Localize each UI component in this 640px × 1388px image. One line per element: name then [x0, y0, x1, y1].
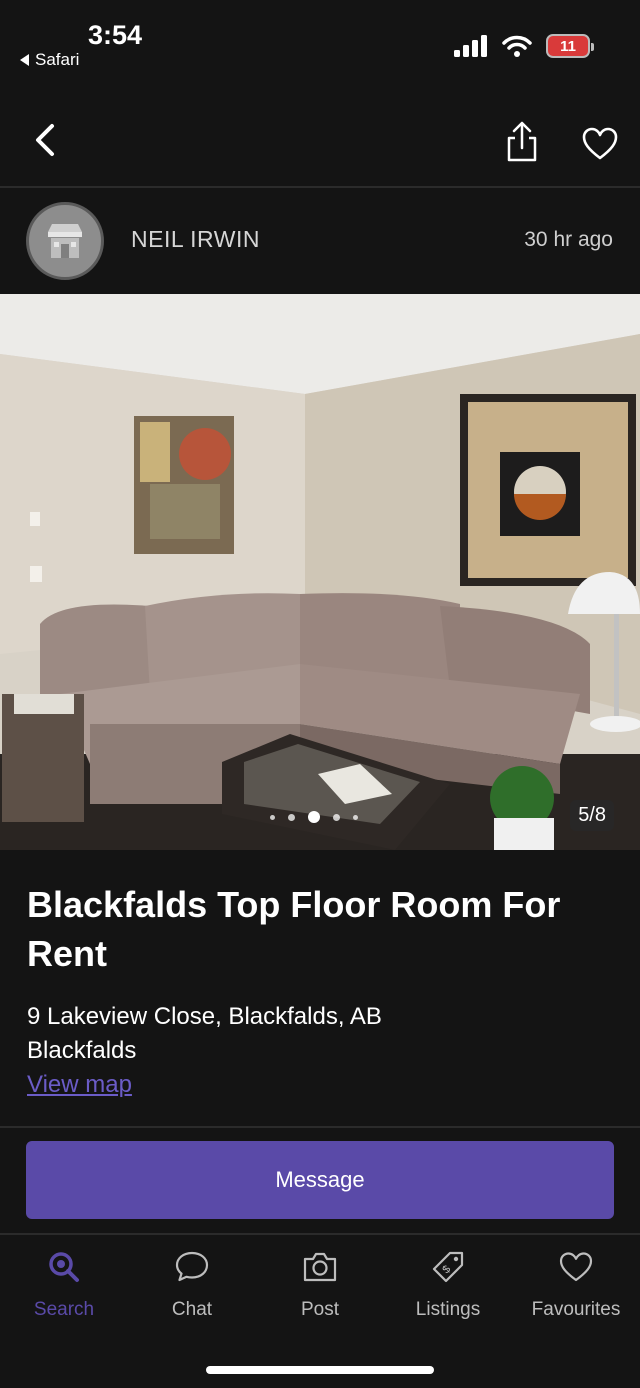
back-triangle-icon	[20, 54, 29, 66]
battery-level: 11	[560, 37, 576, 55]
chevron-left-icon[interactable]	[26, 120, 66, 160]
tab-label: Chat	[171, 1299, 213, 1320]
camera-icon	[303, 1252, 337, 1282]
navigation-bar	[0, 90, 640, 188]
storefront-icon	[48, 224, 82, 258]
back-to-safari[interactable]: Safari	[20, 50, 79, 70]
photo-counter: 5/8	[570, 800, 614, 831]
posted-time: 30 hr ago	[524, 228, 613, 251]
divider	[0, 1126, 640, 1128]
heart-icon[interactable]	[580, 124, 620, 164]
gallery-dot[interactable]	[333, 813, 340, 821]
status-bar: 3:54 Safari 11	[0, 0, 640, 90]
listing-address: 9 Lakeview Close, Blackfalds, AB	[27, 1003, 382, 1030]
tab-label: Favourites	[531, 1299, 621, 1320]
home-indicator[interactable]	[206, 1366, 434, 1374]
tab-bar: Search Chat Post $ Listings Favourites	[0, 1233, 640, 1388]
gallery-pagination	[270, 811, 358, 823]
tab-favourites[interactable]: Favourites	[512, 1249, 640, 1321]
search-icon	[49, 1252, 79, 1282]
share-icon[interactable]	[500, 120, 544, 164]
back-app-label: Safari	[35, 50, 80, 69]
battery-icon: 11	[546, 34, 594, 58]
tab-post[interactable]: Post	[256, 1249, 384, 1321]
tab-search[interactable]: Search	[0, 1249, 128, 1321]
gallery-dot-active[interactable]	[308, 811, 320, 823]
gallery-dot[interactable]	[353, 814, 358, 820]
listing-city: Blackfalds	[27, 1037, 137, 1064]
avatar[interactable]	[26, 202, 104, 280]
tag-icon: $	[432, 1251, 464, 1283]
tab-label: Post	[300, 1299, 340, 1320]
tab-label: Listings	[415, 1299, 481, 1320]
svg-text:$: $	[440, 1263, 453, 1276]
living-room-photo	[0, 294, 640, 850]
gallery-dot[interactable]	[270, 814, 275, 820]
gallery-dot[interactable]	[288, 813, 295, 821]
wifi-icon	[502, 35, 532, 57]
heart-icon	[559, 1252, 593, 1282]
status-indicators: 11	[454, 34, 594, 58]
tab-label: Search	[33, 1299, 95, 1320]
chat-bubble-icon	[175, 1251, 209, 1282]
listing-title: Blackfalds Top Floor Room For Rent	[27, 884, 561, 974]
view-map-link[interactable]: View map	[27, 1068, 132, 1102]
tab-listings[interactable]: $ Listings	[384, 1249, 512, 1321]
listing-details: Blackfalds Top Floor Room For Rent 9 Lak…	[27, 880, 617, 1102]
tab-chat[interactable]: Chat	[128, 1249, 256, 1321]
listing-photo[interactable]: 5/8	[0, 294, 640, 850]
signal-icon	[454, 35, 487, 57]
seller-row: NEIL IRWIN 30 hr ago	[0, 190, 640, 294]
message-button[interactable]: Message	[26, 1141, 614, 1219]
status-time: 3:54	[88, 20, 143, 50]
seller-name[interactable]: NEIL IRWIN	[131, 226, 260, 253]
